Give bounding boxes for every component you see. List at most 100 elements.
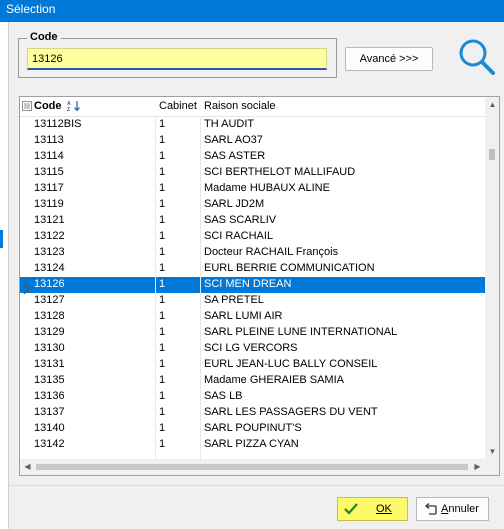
table-row[interactable]: 13142 1 SARL PIZZA CYAN xyxy=(20,437,485,453)
table-row[interactable]: 13123 1 Docteur RACHAIL François xyxy=(20,245,485,261)
cell-code: 13142 xyxy=(34,438,65,450)
cell-code: 13140 xyxy=(34,422,65,434)
cell-code: 13124 xyxy=(34,262,65,274)
scroll-left-arrow-icon[interactable]: ◀ xyxy=(20,459,35,475)
cell-code: 13121 xyxy=(34,214,65,226)
cell-cabinet: 1 xyxy=(159,422,166,434)
cell-code: 13114 xyxy=(34,150,64,162)
vertical-scroll-thumb[interactable] xyxy=(489,149,495,160)
sort-az-icon: A Z xyxy=(67,101,80,112)
cell-cabinet: 1 xyxy=(159,262,166,274)
horizontal-scroll-thumb[interactable] xyxy=(36,464,468,470)
cell-cabinet: 1 xyxy=(159,310,166,322)
cell-raison-sociale: SCI RACHAIL xyxy=(204,230,274,242)
vertical-scrollbar[interactable]: ▲ ▼ xyxy=(485,97,499,459)
cell-code: 13119 xyxy=(34,198,64,210)
table-row[interactable]: 13117 1 Madame HUBAUX ALINE xyxy=(20,181,485,197)
table-row[interactable]: 13119 1 SARL JD2M xyxy=(20,197,485,213)
title-bar: Sélection xyxy=(0,0,504,22)
table-row[interactable]: 13127 1 SA PRETEL xyxy=(20,293,485,309)
table-row[interactable]: 13122 1 SCI RACHAIL xyxy=(20,229,485,245)
table-row[interactable]: 13137 1 SARL LES PASSAGERS DU VENT xyxy=(20,405,485,421)
table-row[interactable]: 13136 1 SAS LB xyxy=(20,389,485,405)
cell-cabinet: 1 xyxy=(159,406,166,418)
cell-raison-sociale: SARL JD2M xyxy=(204,198,265,210)
background-window-edge xyxy=(0,22,9,529)
cell-cabinet: 1 xyxy=(159,182,166,194)
cell-code: 13131 xyxy=(34,358,65,370)
check-icon xyxy=(344,503,358,515)
code-input[interactable] xyxy=(27,48,327,70)
cell-raison-sociale: SARL PLEINE LUNE INTERNATIONAL xyxy=(204,326,398,338)
cell-code: 13112BIS xyxy=(34,118,82,130)
cell-cabinet: 1 xyxy=(159,198,166,210)
cell-code: 13126 xyxy=(34,278,65,290)
cell-cabinet: 1 xyxy=(159,390,166,402)
table-row[interactable]: 13140 1 SARL POUPINUT'S xyxy=(20,421,485,437)
grid-corner-icon[interactable] xyxy=(22,101,32,111)
cell-cabinet: 1 xyxy=(159,294,166,306)
cell-cabinet: 1 xyxy=(159,278,166,290)
cell-cabinet: 1 xyxy=(159,438,166,450)
svg-text:Z: Z xyxy=(67,107,70,112)
table-row[interactable]: 13130 1 SCI LG VERCORS xyxy=(20,341,485,357)
cell-cabinet: 1 xyxy=(159,230,166,242)
cell-raison-sociale: SAS SCARLIV xyxy=(204,214,277,226)
cancel-button-label-rest: nnuler xyxy=(448,503,479,515)
table-row[interactable]: 13114 1 SAS ASTER xyxy=(20,149,485,165)
cell-raison-sociale: EURL JEAN-LUC BALLY CONSEIL xyxy=(204,358,378,370)
cell-cabinet: 1 xyxy=(159,150,166,162)
results-grid: Code A Z Cabinet Raison sociale 13112BIS… xyxy=(19,96,500,476)
cell-raison-sociale: SAS LB xyxy=(204,390,243,402)
cell-code: 13128 xyxy=(34,310,65,322)
advanced-button[interactable]: Avancé >>> xyxy=(345,47,433,71)
cell-raison-sociale: SCI BERTHELOT MALLIFAUD xyxy=(204,166,356,178)
background-selection-mark xyxy=(0,230,3,248)
scroll-down-arrow-icon[interactable]: ▼ xyxy=(485,444,499,459)
cell-cabinet: 1 xyxy=(159,374,166,386)
code-filter-legend: Code xyxy=(27,31,61,43)
column-header-raison-sociale[interactable]: Raison sociale xyxy=(204,100,276,112)
cell-raison-sociale: EURL BERRIE COMMUNICATION xyxy=(204,262,375,274)
column-header-code[interactable]: Code A Z xyxy=(34,100,81,112)
table-row[interactable]: 13124 1 EURL BERRIE COMMUNICATION xyxy=(20,261,485,277)
cell-code: 13137 xyxy=(34,406,65,418)
cell-raison-sociale: SARL AO37 xyxy=(204,134,263,146)
table-row[interactable]: 13129 1 SARL PLEINE LUNE INTERNATIONAL xyxy=(20,325,485,341)
cell-code: 13136 xyxy=(34,390,65,402)
search-icon[interactable] xyxy=(456,36,496,76)
cell-code: 13135 xyxy=(34,374,65,386)
table-row[interactable]: 13113 1 SARL AO37 xyxy=(20,133,485,149)
cell-cabinet: 1 xyxy=(159,342,166,354)
undo-arrow-icon xyxy=(424,503,437,515)
scrollbar-corner xyxy=(485,459,499,475)
table-row[interactable]: 13115 1 SCI BERTHELOT MALLIFAUD xyxy=(20,165,485,181)
cell-raison-sociale: Madame GHERAIEB SAMIA xyxy=(204,374,344,386)
cell-raison-sociale: SCI MEN DREAN xyxy=(204,278,292,290)
column-header-cabinet[interactable]: Cabinet xyxy=(159,100,197,112)
cell-cabinet: 1 xyxy=(159,246,166,258)
column-header-code-label: Code xyxy=(34,100,62,112)
footer-divider xyxy=(9,485,504,486)
cell-cabinet: 1 xyxy=(159,358,166,370)
column-separator xyxy=(155,117,156,459)
table-row[interactable]: 13128 1 SARL LUMI AIR xyxy=(20,309,485,325)
table-row[interactable]: 13126 1 SCI MEN DREAN xyxy=(20,277,485,293)
cell-raison-sociale: SARL LES PASSAGERS DU VENT xyxy=(204,406,378,418)
ok-button[interactable]: OK xyxy=(337,497,408,521)
cell-code: 13127 xyxy=(34,294,65,306)
cell-cabinet: 1 xyxy=(159,214,166,226)
scroll-right-arrow-icon[interactable]: ▶ xyxy=(470,459,485,475)
cancel-button[interactable]: Annuler xyxy=(416,497,489,521)
table-row[interactable]: 13135 1 Madame GHERAIEB SAMIA xyxy=(20,373,485,389)
table-row[interactable]: 13121 1 SAS SCARLIV xyxy=(20,213,485,229)
table-row[interactable]: 13131 1 EURL JEAN-LUC BALLY CONSEIL xyxy=(20,357,485,373)
table-row[interactable]: 13112BIS 1 TH AUDIT xyxy=(20,117,485,133)
scroll-up-arrow-icon[interactable]: ▲ xyxy=(485,97,499,112)
horizontal-scrollbar[interactable]: ◀ ▶ xyxy=(20,459,485,475)
cell-code: 13130 xyxy=(34,342,65,354)
cell-raison-sociale: TH AUDIT xyxy=(204,118,255,130)
cell-cabinet: 1 xyxy=(159,166,166,178)
code-filter-group: Code xyxy=(18,31,337,78)
cell-code: 13113 xyxy=(34,134,64,146)
